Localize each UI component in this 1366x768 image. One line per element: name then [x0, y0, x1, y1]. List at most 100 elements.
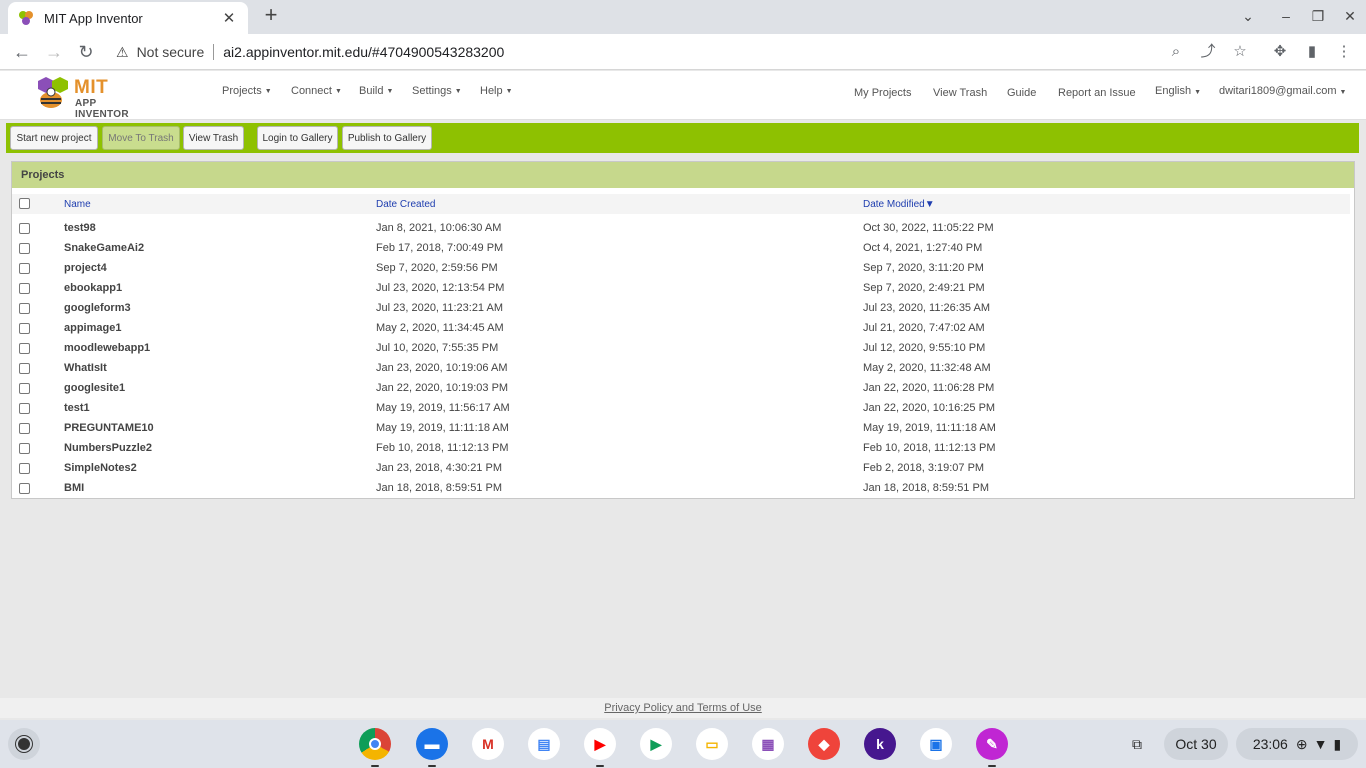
table-row[interactable]: test1 May 19, 2019, 11:56:17 AM Jan 22, 20… [12, 398, 1350, 418]
date-tray[interactable]: Oct 30 [1164, 728, 1228, 760]
menu-connect[interactable]: Connect ▼ [291, 85, 342, 97]
project-name[interactable]: SimpleNotes2 [64, 462, 137, 474]
login-to-gallery-button[interactable]: Login to Gallery [257, 126, 338, 150]
browser-menu-icon[interactable]: ⋮ [1333, 41, 1355, 63]
language-menu[interactable]: English ▼ [1155, 85, 1201, 97]
close-tab-icon[interactable]: ✕ [220, 9, 238, 27]
row-checkbox[interactable] [19, 483, 30, 494]
table-row[interactable]: SimpleNotes2 Jan 23, 2018, 4:30:21 PM Feb … [12, 458, 1350, 478]
bookmark-star-icon[interactable]: ☆ [1229, 41, 1251, 63]
side-panel-icon[interactable]: ▮ [1301, 41, 1323, 63]
table-row[interactable]: moodlewebapp1 Jul 10, 2020, 7:55:35 PM Jul… [12, 338, 1350, 358]
project-name[interactable]: googlesite1 [64, 382, 125, 394]
view-trash-button[interactable]: View Trash [183, 126, 244, 150]
screenshot-icon[interactable]: ▣ [920, 728, 952, 760]
table-row[interactable]: googleform3 Jul 23, 2020, 11:23:21 AM Jul … [12, 298, 1350, 318]
table-row[interactable]: ebookapp1 Jul 23, 2020, 12:13:54 PM Sep 7,… [12, 278, 1350, 298]
menu-build[interactable]: Build ▼ [359, 85, 393, 97]
chrome-icon[interactable] [359, 728, 391, 767]
start-new-project-button[interactable]: Start new project [10, 126, 98, 150]
table-row[interactable]: test98 Jan 8, 2021, 10:06:30 AM Oct 30, 20… [12, 218, 1350, 238]
column-name-header[interactable]: Name [64, 199, 91, 210]
column-date-modified-header[interactable]: Date Modified▼ [863, 199, 935, 210]
privacy-policy-link[interactable]: Privacy Policy and Terms of Use [604, 702, 762, 714]
row-checkbox[interactable] [19, 243, 30, 254]
table-row[interactable]: PREGUNTAME10 May 19, 2019, 11:11:18 AM May… [12, 418, 1350, 438]
row-checkbox[interactable] [19, 343, 30, 354]
project-name[interactable]: NumbersPuzzle2 [64, 442, 152, 454]
minimize-icon[interactable]: – [1276, 8, 1296, 24]
report-issue-link[interactable]: Report an Issue [1058, 87, 1136, 99]
not-secure-label[interactable]: Not secure [137, 44, 205, 60]
guide-link[interactable]: Guide [1007, 87, 1036, 99]
project-name[interactable]: BMI [64, 482, 84, 494]
project-name[interactable]: project4 [64, 262, 107, 274]
project-name[interactable]: ebookapp1 [64, 282, 122, 294]
table-row[interactable]: SnakeGameAi2 Feb 17, 2018, 7:00:49 PM Oct … [12, 238, 1350, 258]
youtube-icon[interactable]: ▶ [584, 728, 616, 767]
view-trash-link[interactable]: View Trash [933, 87, 987, 99]
project-name[interactable]: WhatIsIt [64, 362, 107, 374]
move-to-trash-button[interactable]: Move To Trash [102, 126, 180, 150]
back-icon[interactable]: ← [11, 41, 33, 63]
row-checkbox[interactable] [19, 423, 30, 434]
table-row[interactable]: BMI Jan 18, 2018, 8:59:51 PM Jan 18, 2018,… [12, 478, 1350, 498]
row-checkbox[interactable] [19, 443, 30, 454]
row-checkbox[interactable] [19, 363, 30, 374]
kahoot-icon[interactable]: k [864, 728, 896, 760]
table-row[interactable]: googlesite1 Jan 22, 2020, 10:19:03 PM Jan … [12, 378, 1350, 398]
holding-space-icon[interactable]: ⧉ [1120, 728, 1154, 760]
warning-icon[interactable]: ⚠ [116, 44, 129, 61]
table-row[interactable]: appimage1 May 2, 2020, 11:34:45 AM Jul 21,… [12, 318, 1350, 338]
close-window-icon[interactable]: ✕ [1340, 8, 1360, 25]
project-name[interactable]: googleform3 [64, 302, 131, 314]
row-checkbox[interactable] [19, 323, 30, 334]
restore-icon[interactable]: ❐ [1308, 8, 1328, 25]
row-checkbox[interactable] [19, 463, 30, 474]
account-menu[interactable]: dwitari1809@gmail.com ▼ [1219, 85, 1346, 97]
anydesk-icon[interactable]: ◆ [808, 728, 840, 760]
zoom-icon[interactable]: ⌕ [1165, 41, 1187, 63]
row-checkbox[interactable] [19, 403, 30, 414]
table-row[interactable]: WhatIsIt Jan 23, 2020, 10:19:06 AM May 2, … [12, 358, 1350, 378]
publish-to-gallery-button[interactable]: Publish to Gallery [342, 126, 432, 150]
docs-icon[interactable]: ▤ [528, 728, 560, 760]
share-icon[interactable]: ⤴ [1197, 41, 1219, 63]
browser-tab[interactable]: MIT App Inventor ✕ [8, 2, 248, 34]
row-checkbox[interactable] [19, 283, 30, 294]
project-name[interactable]: test98 [64, 222, 96, 234]
reload-icon[interactable]: ↻ [75, 41, 97, 63]
canvas-icon[interactable]: ✎ [976, 728, 1008, 767]
project-name[interactable]: appimage1 [64, 322, 121, 334]
my-projects-link[interactable]: My Projects [854, 87, 911, 99]
table-row[interactable]: project4 Sep 7, 2020, 2:59:56 PM Sep 7, 20… [12, 258, 1350, 278]
app-inventor-logo[interactable]: MIT APP INVENTOR [32, 75, 147, 120]
forward-icon[interactable]: → [43, 41, 65, 63]
project-name[interactable]: moodlewebapp1 [64, 342, 150, 354]
row-checkbox[interactable] [19, 263, 30, 274]
play-store-icon[interactable]: ▶ [640, 728, 672, 760]
select-all-checkbox[interactable] [19, 198, 30, 209]
new-tab-icon[interactable]: + [260, 4, 282, 26]
photos-icon[interactable]: ▦ [752, 728, 784, 760]
tab-search-icon[interactable]: ⌄ [1238, 8, 1258, 25]
extensions-icon[interactable]: ✥ [1269, 41, 1291, 63]
keep-icon[interactable]: ▭ [696, 728, 728, 760]
files-icon[interactable]: ▬ [416, 728, 448, 767]
launcher-icon[interactable] [8, 728, 40, 760]
menu-projects[interactable]: Projects ▼ [222, 85, 272, 97]
row-checkbox[interactable] [19, 303, 30, 314]
gmail-icon[interactable]: M [472, 728, 504, 760]
menu-settings[interactable]: Settings ▼ [412, 85, 462, 97]
project-name[interactable]: PREGUNTAME10 [64, 422, 154, 434]
address-bar[interactable]: ⚠ Not secure ai2.appinventor.mit.edu/#47… [108, 38, 1258, 66]
url-text[interactable]: ai2.appinventor.mit.edu/#470490054328320… [223, 44, 504, 60]
project-name[interactable]: test1 [64, 402, 90, 414]
column-date-created-header[interactable]: Date Created [376, 199, 435, 210]
menu-help[interactable]: Help ▼ [480, 85, 513, 97]
status-tray[interactable]: 23:06 ⊕ ▼ ▮ [1236, 728, 1358, 760]
table-row[interactable]: NumbersPuzzle2 Feb 10, 2018, 11:12:13 PM F… [12, 438, 1350, 458]
project-name[interactable]: SnakeGameAi2 [64, 242, 144, 254]
row-checkbox[interactable] [19, 383, 30, 394]
row-checkbox[interactable] [19, 223, 30, 234]
